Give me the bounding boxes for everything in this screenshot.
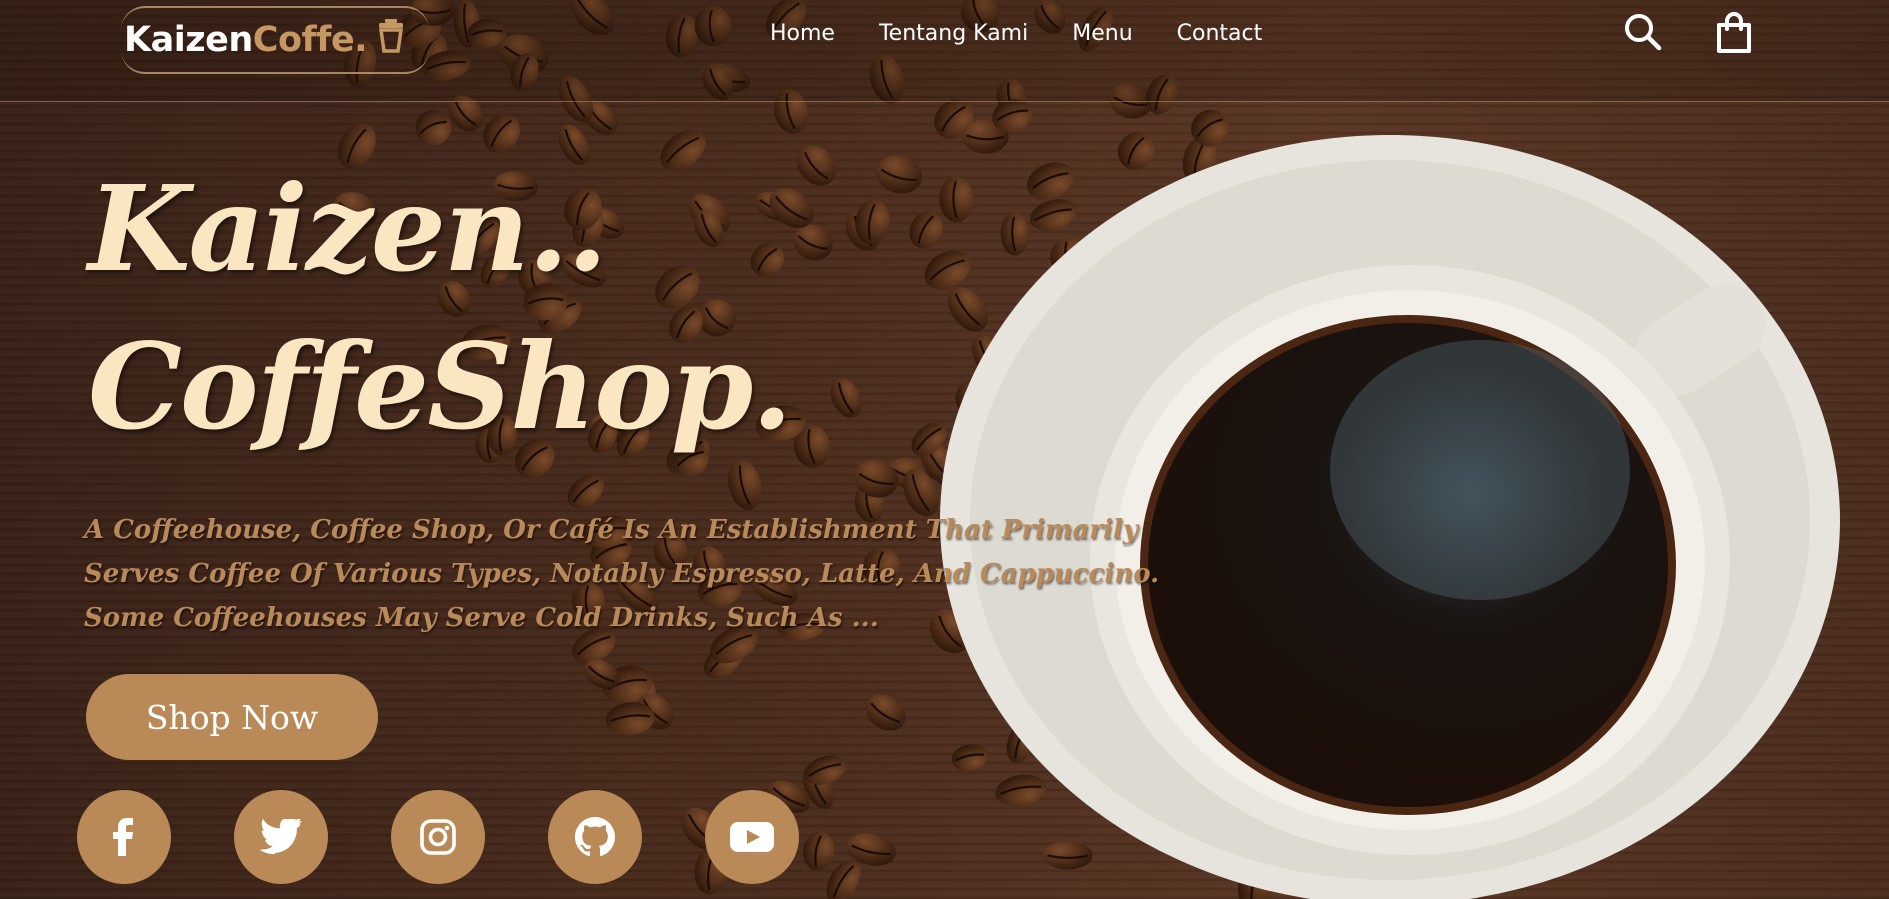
youtube-icon <box>730 822 774 852</box>
search-icon[interactable] <box>1623 12 1663 52</box>
coffee-cup-icon <box>377 18 405 62</box>
nav-link-home[interactable]: Home <box>748 18 857 50</box>
hero-title-line2: CoffeShop. <box>88 317 793 456</box>
hero-title: Kaizen.. CoffeShop. <box>88 150 793 466</box>
github-link[interactable] <box>548 790 642 884</box>
youtube-link[interactable] <box>705 790 799 884</box>
hero-title-line1: Kaizen.. <box>88 159 608 298</box>
instagram-icon <box>420 819 456 855</box>
facebook-link[interactable] <box>77 790 171 884</box>
brand-name-part2: Coffe. <box>252 20 368 60</box>
nav-link-contact[interactable]: Contact <box>1155 18 1285 50</box>
twitter-icon <box>260 819 302 855</box>
facebook-icon <box>113 818 133 856</box>
shopping-bag-icon[interactable] <box>1714 12 1754 53</box>
nav-link-tentang-kami[interactable]: Tentang Kami <box>857 18 1050 50</box>
brand-logo[interactable]: Kaizen Coffe. <box>121 6 429 74</box>
github-icon <box>575 817 615 857</box>
nav-link-menu[interactable]: Menu <box>1050 18 1154 50</box>
hero-description: A Coffeehouse, Coffee Shop, Or Café Is A… <box>84 515 1160 633</box>
nav-menu: Home Tentang Kami Menu Contact <box>748 18 1284 50</box>
instagram-link[interactable] <box>391 790 485 884</box>
twitter-link[interactable] <box>234 790 328 884</box>
navbar: Kaizen Coffe. Home Tentang Kami Menu Cont… <box>0 0 1889 102</box>
brand-name-part1: Kaizen <box>124 20 253 60</box>
shop-now-button[interactable]: Shop Now <box>86 674 378 760</box>
